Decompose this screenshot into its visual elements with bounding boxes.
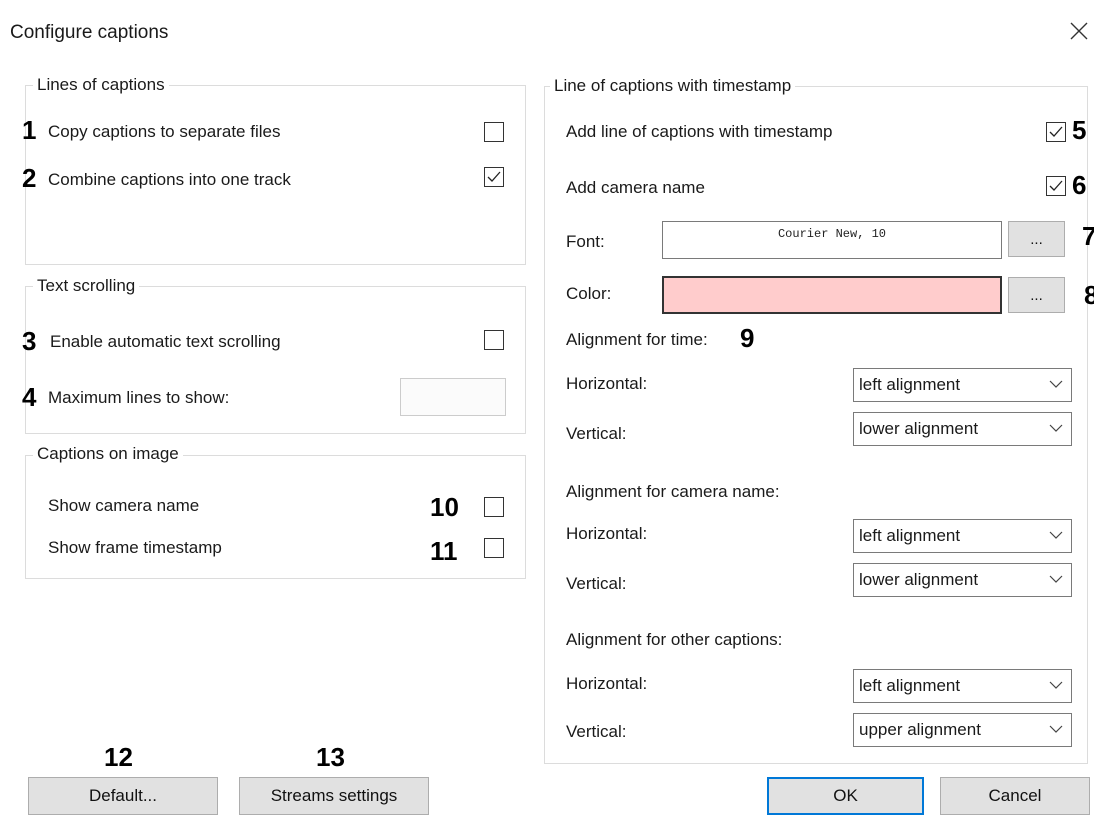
camera-horizontal-value: left alignment	[859, 526, 961, 545]
window-title: Configure captions	[10, 22, 169, 43]
align-other-label: Alignment for other captions:	[566, 630, 783, 649]
add-camera-checkbox[interactable]	[1046, 176, 1066, 196]
time-vertical-select[interactable]: lower alignment	[853, 412, 1072, 446]
ok-button[interactable]: OK	[767, 777, 924, 815]
color-browse-button[interactable]: ...	[1008, 277, 1065, 313]
callout-number: 9	[740, 323, 755, 353]
other-vertical-value: upper alignment	[859, 720, 981, 739]
lines-of-captions-legend: Lines of captions	[33, 75, 169, 95]
font-display: Courier New, 10	[662, 221, 1002, 259]
callout-number: 12	[104, 742, 133, 772]
check-icon	[1049, 180, 1063, 191]
callout-number: 5	[1072, 115, 1087, 145]
chevron-down-icon	[1049, 681, 1063, 689]
chevron-down-icon	[1049, 575, 1063, 583]
align-camera-label: Alignment for camera name:	[566, 482, 780, 501]
time-horizontal-label: Horizontal:	[566, 374, 648, 393]
check-icon	[487, 171, 501, 182]
other-horizontal-value: left alignment	[859, 676, 961, 695]
auto-scroll-checkbox[interactable]	[484, 330, 504, 350]
close-icon[interactable]	[1068, 20, 1090, 42]
combine-captions-checkbox[interactable]	[484, 167, 504, 187]
time-horizontal-select[interactable]: left alignment	[853, 368, 1072, 402]
add-line-checkbox[interactable]	[1046, 122, 1066, 142]
color-swatch[interactable]	[662, 276, 1002, 314]
camera-vertical-select[interactable]: lower alignment	[853, 563, 1072, 597]
callout-number: 6	[1072, 170, 1087, 200]
callout-number: 7	[1082, 221, 1094, 251]
other-vertical-label: Vertical:	[566, 722, 627, 741]
copy-captions-label: Copy captions to separate files	[48, 122, 281, 141]
chevron-down-icon	[1049, 424, 1063, 432]
show-camera-checkbox[interactable]	[484, 497, 504, 517]
time-vertical-label: Vertical:	[566, 424, 627, 443]
color-label: Color:	[566, 284, 612, 303]
max-lines-label: Maximum lines to show:	[48, 388, 230, 407]
callout-number: 4	[22, 382, 37, 412]
camera-horizontal-select[interactable]: left alignment	[853, 519, 1072, 553]
callout-number: 8	[1084, 280, 1094, 310]
callout-number: 2	[22, 163, 37, 193]
show-camera-label: Show camera name	[48, 496, 200, 515]
combine-captions-label: Combine captions into one track	[48, 170, 291, 189]
callout-number: 10	[430, 492, 459, 522]
camera-horizontal-label: Horizontal:	[566, 524, 648, 543]
cancel-button[interactable]: Cancel	[940, 777, 1090, 815]
captions-on-image-legend: Captions on image	[33, 444, 183, 464]
font-label: Font:	[566, 232, 605, 251]
show-timestamp-label: Show frame timestamp	[48, 538, 222, 557]
font-browse-button[interactable]: ...	[1008, 221, 1065, 257]
chevron-down-icon	[1049, 725, 1063, 733]
max-lines-input[interactable]	[400, 378, 506, 416]
check-icon	[1049, 126, 1063, 137]
default-button[interactable]: Default...	[28, 777, 218, 815]
show-timestamp-checkbox[interactable]	[484, 538, 504, 558]
other-horizontal-label: Horizontal:	[566, 674, 648, 693]
time-vertical-value: lower alignment	[859, 419, 979, 438]
other-horizontal-select[interactable]: left alignment	[853, 669, 1072, 703]
callout-number: 13	[316, 742, 345, 772]
callout-number: 3	[22, 326, 37, 356]
streams-settings-button[interactable]: Streams settings	[239, 777, 429, 815]
copy-captions-checkbox[interactable]	[484, 122, 504, 142]
add-camera-label: Add camera name	[566, 178, 705, 197]
camera-vertical-label: Vertical:	[566, 574, 627, 593]
camera-vertical-value: lower alignment	[859, 570, 979, 589]
other-vertical-select[interactable]: upper alignment	[853, 713, 1072, 747]
callout-number: 11	[430, 536, 458, 566]
timestamp-line-legend: Line of captions with timestamp	[550, 76, 796, 96]
callout-number: 1	[22, 115, 37, 145]
align-time-label: Alignment for time:	[566, 330, 708, 349]
chevron-down-icon	[1049, 380, 1063, 388]
auto-scroll-label: Enable automatic text scrolling	[50, 332, 281, 351]
text-scrolling-legend: Text scrolling	[33, 276, 140, 296]
chevron-down-icon	[1049, 531, 1063, 539]
add-line-label: Add line of captions with timestamp	[566, 122, 833, 141]
time-horizontal-value: left alignment	[859, 375, 961, 394]
